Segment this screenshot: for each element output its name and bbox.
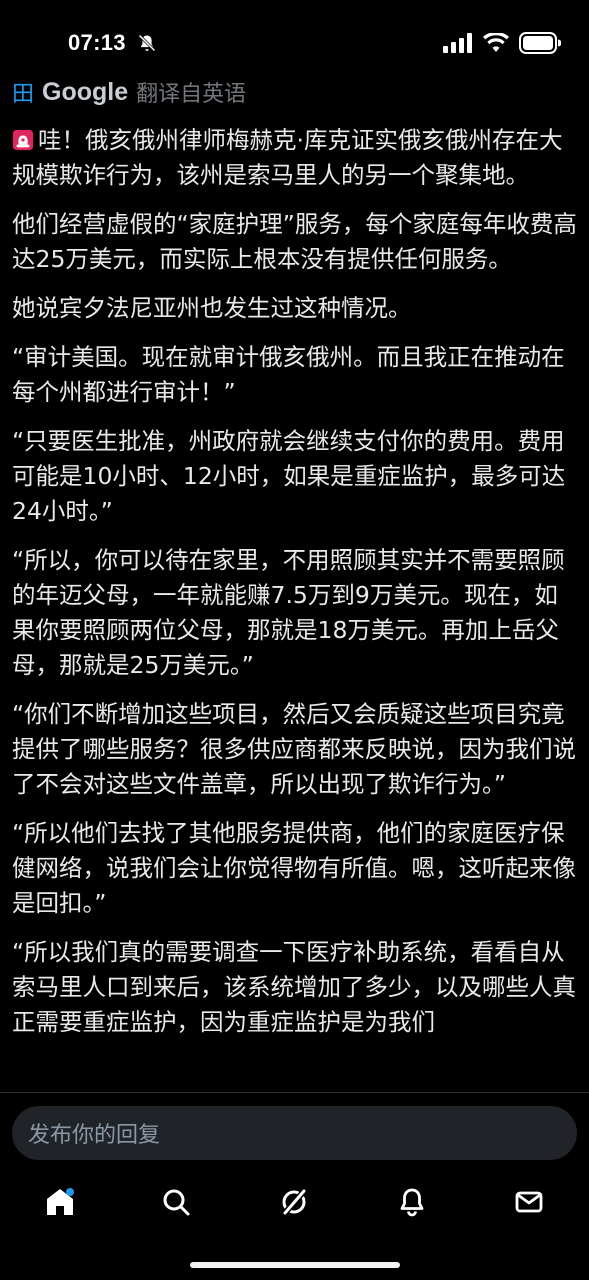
search-icon[interactable] [160,1186,192,1218]
reply-input[interactable]: 发布你的回复 [12,1106,577,1160]
tweet-paragraph: 哇！俄亥俄州律师梅赫克·库克证实俄亥俄州存在大规模欺诈行为，该州是索马里人的另一… [12,123,578,193]
home-indicator [190,1262,400,1268]
status-icons [443,32,561,54]
reply-bar: 发布你的回复 [0,1092,589,1173]
wifi-icon [483,33,509,52]
notifications-icon[interactable] [396,1186,428,1218]
tweet-paragraph: 他们经营虚假的“家庭护理”服务，每个家庭每年收费高达25万美元，而实际上根本没有… [12,210,577,273]
status-bar: 07:13 [0,0,589,82]
tweet-paragraph: 她说宾夕法尼亚州也发生过这种情况。 [12,294,412,322]
bell-off-icon [138,34,156,52]
tweet-text: 哇！俄亥俄州律师梅赫克·库克证实俄亥俄州存在大规模欺诈行为，该州是索马里人的另一… [12,123,578,1091]
tweet-paragraph-text: 哇！俄亥俄州律师梅赫克·库克证实俄亥俄州存在大规模欺诈行为，该州是索马里人的另一… [12,126,563,189]
rotating-light-icon [12,129,34,151]
messages-icon[interactable] [513,1186,545,1218]
status-time: 07:13 [68,30,126,55]
battery-icon [519,32,561,54]
home-icon[interactable] [44,1186,76,1218]
tweet-paragraph: “所以他们去找了其他服务提供商，他们的家庭医疗保健网络，说我们会让你觉得物有所值… [12,819,576,917]
tweet-paragraph: “所以，你可以待在家里，不用照顾其实并不需要照顾的年迈父母，一年就能赚7.5万到… [12,546,565,679]
tweet-paragraph: “审计美国。现在就审计俄亥俄州。而且我正在推动在每个州都进行审计！” [12,343,565,406]
tweet-paragraph: “只要医生批准，州政府就会继续支付你的费用。费用可能是10小时、12小时，如果是… [12,427,566,525]
tweet-paragraph: “所以我们真的需要调查一下医疗补助系统，看看自从索马里人口到来后，该系统增加了多… [12,938,576,1036]
reply-placeholder: 发布你的回复 [28,1123,161,1148]
signal-icon [443,33,472,53]
tweet-paragraph: “你们不断增加这些项目，然后又会质疑这些项目究竟提供了哪些服务？很多供应商都来反… [12,700,576,798]
grok-icon[interactable] [278,1186,310,1218]
